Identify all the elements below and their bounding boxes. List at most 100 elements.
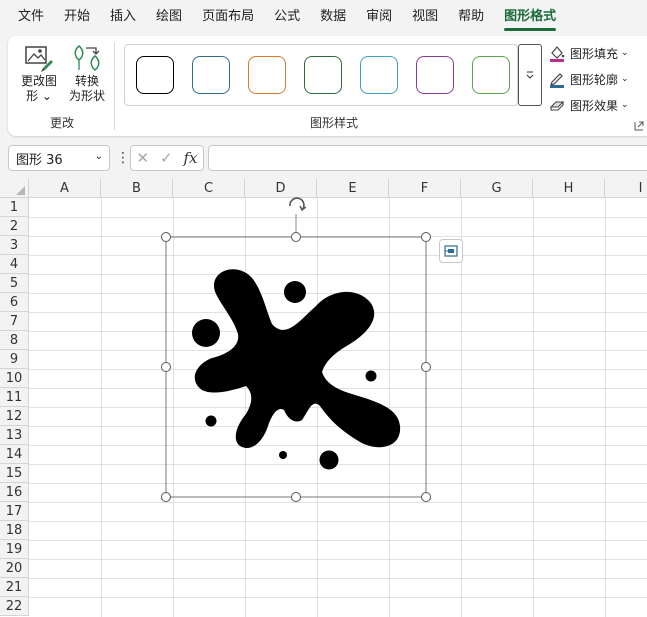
row-header[interactable]: 15 — [0, 464, 29, 483]
fill-dropdown-icon: ⌄ — [621, 48, 629, 58]
grid-line — [29, 274, 647, 275]
insert-function-icon[interactable]: fx — [184, 149, 198, 167]
chevron-down-icon[interactable]: ⌄ — [95, 151, 103, 162]
row-header[interactable]: 21 — [0, 578, 29, 597]
style-swatch-4[interactable] — [304, 56, 342, 94]
name-box-value: 图形 36 — [16, 152, 63, 168]
ribbon-separator — [114, 42, 115, 130]
grid-line — [29, 255, 647, 256]
resize-handle-right[interactable] — [421, 362, 431, 372]
row-header[interactable]: 14 — [0, 445, 29, 464]
graphic-effects-button[interactable]: 图形效果 ⌄ — [548, 92, 647, 118]
formula-buttons: ✕ ✓ fx — [130, 145, 204, 171]
row-header[interactable]: 19 — [0, 540, 29, 559]
row-header[interactable]: 1 — [0, 198, 29, 217]
menu-home[interactable]: 开始 — [54, 0, 100, 34]
resize-handle-bottom-left[interactable] — [161, 492, 171, 502]
row-header[interactable]: 9 — [0, 350, 29, 369]
formula-bar-grip[interactable]: ⋮ — [116, 150, 130, 166]
grid-line — [29, 312, 647, 313]
worksheet-grid[interactable]: A B C D E F G H I 1 2 3 4 5 6 7 8 9 10 1… — [0, 179, 647, 617]
pen-outline-icon — [550, 73, 564, 88]
graphic-outline-label: 图形轮廓 — [570, 72, 619, 87]
menu-page-layout[interactable]: 页面布局 — [192, 0, 264, 34]
resize-handle-top-left[interactable] — [161, 232, 171, 242]
effects-dropdown-icon: ⌄ — [621, 100, 629, 110]
graphic-outline-button[interactable]: 图形轮廓 ⌄ — [548, 66, 647, 92]
column-header[interactable]: B — [101, 179, 173, 198]
column-header[interactable]: I — [605, 179, 647, 198]
grid-line — [29, 407, 647, 408]
gallery-more-button[interactable] — [518, 44, 542, 106]
row-header[interactable]: 6 — [0, 293, 29, 312]
menu-formulas[interactable]: 公式 — [264, 0, 310, 34]
name-box[interactable]: 图形 36 ⌄ — [8, 145, 110, 171]
column-header[interactable]: A — [29, 179, 101, 198]
style-swatch-5[interactable] — [360, 56, 398, 94]
menu-view[interactable]: 视图 — [402, 0, 448, 34]
style-swatch-3[interactable] — [248, 56, 286, 94]
cancel-icon[interactable]: ✕ — [136, 149, 149, 167]
row-header[interactable]: 17 — [0, 502, 29, 521]
menu-insert[interactable]: 插入 — [100, 0, 146, 34]
row-header[interactable]: 10 — [0, 369, 29, 388]
dialog-launcher-icon[interactable] — [634, 121, 644, 131]
row-header[interactable]: 5 — [0, 274, 29, 293]
row-header[interactable]: 11 — [0, 388, 29, 407]
grid-line — [29, 464, 647, 465]
menu-data[interactable]: 数据 — [310, 0, 356, 34]
menu-graphics-format[interactable]: 图形格式 — [494, 0, 566, 34]
resize-handle-left[interactable] — [161, 362, 171, 372]
column-header[interactable]: D — [245, 179, 317, 198]
column-header[interactable]: H — [533, 179, 605, 198]
row-header[interactable]: 20 — [0, 559, 29, 578]
resize-handle-top-right[interactable] — [421, 232, 431, 242]
menu-draw[interactable]: 绘图 — [146, 0, 192, 34]
menu-file[interactable]: 文件 — [8, 0, 54, 34]
style-swatch-6[interactable] — [416, 56, 454, 94]
style-swatch-7[interactable] — [472, 56, 510, 94]
formula-input[interactable] — [208, 145, 647, 171]
graphic-fill-button[interactable]: 图形填充 ⌄ — [548, 40, 647, 66]
layout-options-button[interactable] — [439, 239, 463, 263]
grid-line — [29, 350, 647, 351]
row-header[interactable]: 8 — [0, 331, 29, 350]
graphic-styles-label: 图形样式 — [309, 116, 358, 130]
grid-line — [29, 369, 647, 370]
grid-line — [29, 445, 647, 446]
column-header[interactable]: F — [389, 179, 461, 198]
grid-line — [29, 502, 647, 503]
select-all-corner[interactable] — [0, 179, 29, 198]
column-header[interactable]: G — [461, 179, 533, 198]
grid-line — [29, 597, 647, 598]
row-header[interactable]: 2 — [0, 217, 29, 236]
row-header[interactable]: 22 — [0, 597, 29, 616]
style-swatch-2[interactable] — [192, 56, 230, 94]
convert-to-shape-button[interactable]: 转换 为形状 — [64, 40, 110, 108]
grid-line — [29, 331, 647, 332]
enter-icon[interactable]: ✓ — [160, 149, 173, 167]
column-header[interactable]: C — [173, 179, 245, 198]
style-swatch-1[interactable] — [136, 56, 174, 94]
change-graphic-button[interactable]: 更改图 形 ⌄ — [16, 40, 62, 108]
column-header[interactable]: E — [317, 179, 389, 198]
row-header[interactable]: 3 — [0, 236, 29, 255]
grid-line — [29, 236, 647, 237]
row-header[interactable]: 16 — [0, 483, 29, 502]
change-graphic-label-2: 形 ⌄ — [26, 89, 52, 103]
paint-bucket-icon — [550, 46, 565, 62]
resize-handle-bottom[interactable] — [291, 492, 301, 502]
change-graphic-label-1: 更改图 — [20, 74, 57, 88]
row-header[interactable]: 7 — [0, 312, 29, 331]
row-header[interactable]: 12 — [0, 407, 29, 426]
resize-handle-bottom-right[interactable] — [421, 492, 431, 502]
grid-line — [29, 293, 647, 294]
resize-handle-top[interactable] — [291, 232, 301, 242]
menu-review[interactable]: 审阅 — [356, 0, 402, 34]
row-header[interactable]: 18 — [0, 521, 29, 540]
row-header[interactable]: 13 — [0, 426, 29, 445]
expand-gallery-icon — [526, 71, 534, 79]
menu-help[interactable]: 帮助 — [448, 0, 494, 34]
row-header[interactable]: 4 — [0, 255, 29, 274]
column-header-row: A B C D E F G H I — [0, 179, 647, 198]
